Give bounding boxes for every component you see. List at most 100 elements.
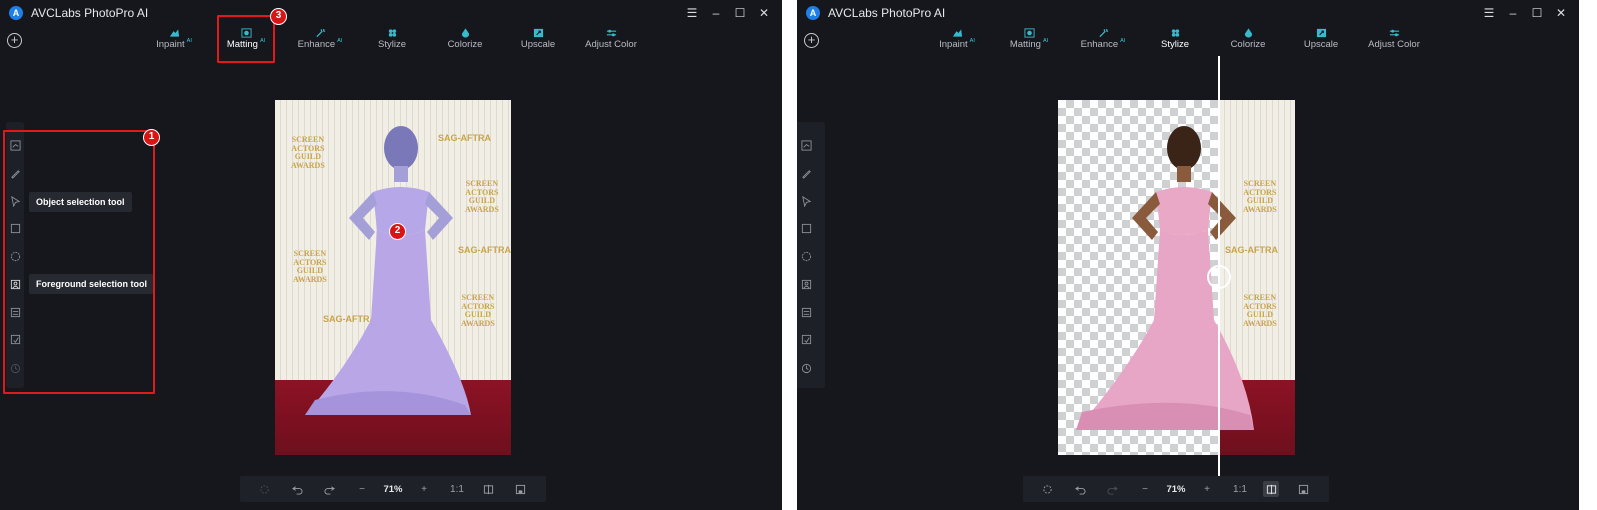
tab-label: Colorize (447, 39, 483, 50)
subject-cutout (1076, 126, 1254, 430)
matting-tab-highlight-box (217, 15, 275, 63)
tab-upscale[interactable]: Upscale (503, 26, 573, 50)
matting-icon (1023, 28, 1035, 38)
sidebar-highlight-box (3, 130, 155, 394)
right-window: A AVCLabs PhotoPro AI ☰ – ☐ ✕ + Inpaint A… (797, 0, 1579, 510)
photo-preview[interactable]: SCREEN ACTORS GUILD AWARDS SAG-AFTRA SCREEN… (275, 100, 511, 455)
upscale-icon (1316, 28, 1326, 38)
tab-label: Matting (1009, 39, 1041, 50)
layers-icon[interactable] (800, 306, 812, 318)
zoom-in-button[interactable]: + (416, 476, 432, 502)
title-bar: A AVCLabs PhotoPro AI ☰ – ☐ ✕ (0, 0, 782, 26)
redo-icon[interactable] (1104, 476, 1120, 502)
tab-label: Upscale (1303, 39, 1339, 50)
tab-colorize[interactable]: Colorize (430, 26, 500, 50)
adjust-color-icon (606, 29, 616, 37)
minimize-button[interactable]: – (704, 5, 728, 21)
save-icon[interactable] (512, 476, 528, 502)
maximize-button[interactable]: ☐ (728, 5, 752, 21)
inpaint-icon (169, 29, 179, 37)
zoom-level: 71% (383, 483, 403, 495)
tab-upscale[interactable]: Upscale (1286, 26, 1356, 50)
tab-label: Enhance (297, 39, 336, 50)
annotation-badge-3: 3 (270, 8, 287, 25)
reset-icon[interactable] (256, 476, 272, 502)
maximize-button[interactable]: ☐ (1525, 5, 1549, 21)
zoom-out-button[interactable]: − (354, 476, 370, 502)
tab-inpaint[interactable]: Inpaint AI (139, 26, 209, 50)
tab-label: Colorize (1230, 39, 1266, 50)
undo-icon[interactable] (289, 476, 305, 502)
tab-colorize[interactable]: Colorize (1213, 26, 1283, 50)
history-icon[interactable] (800, 362, 812, 374)
app-logo: A (9, 6, 23, 20)
ai-badge: AI (1120, 38, 1126, 44)
compare-icon[interactable] (480, 476, 496, 502)
pen-icon[interactable] (800, 167, 812, 179)
adjust-color-icon (1389, 29, 1399, 37)
rectangle-select-icon[interactable] (800, 222, 812, 234)
save-icon[interactable] (1295, 476, 1311, 502)
bottom-toolbar: − 71% + 1:1 (1023, 476, 1329, 502)
tab-label: Inpaint (156, 39, 185, 50)
tab-stylize[interactable]: Stylize (1140, 26, 1210, 50)
ai-badge: AI (337, 38, 343, 44)
reset-icon[interactable] (1039, 476, 1055, 502)
feature-toolbar: + Inpaint AI Matting AI Enhance AI Stylize … (0, 26, 782, 56)
undo-icon[interactable] (1072, 476, 1088, 502)
actual-size-button[interactable]: 1:1 (1231, 476, 1249, 502)
add-image-button[interactable]: + (804, 33, 819, 48)
menu-button[interactable]: ☰ (680, 5, 704, 21)
object-selection-icon[interactable] (800, 195, 812, 207)
stylize-icon (1171, 29, 1179, 37)
tab-matting[interactable]: Matting AI (994, 26, 1064, 50)
tab-enhance[interactable]: Enhance AI (1068, 26, 1138, 50)
zoom-in-button[interactable]: + (1199, 476, 1215, 502)
tab-adjust-color[interactable]: Adjust Color (1359, 26, 1429, 50)
redo-icon[interactable] (321, 476, 337, 502)
tab-enhance[interactable]: Enhance AI (285, 26, 355, 50)
window-controls: ☰ – ☐ ✕ (1477, 5, 1573, 21)
app-title: AVCLabs PhotoPro AI (31, 6, 149, 20)
colorize-icon (1244, 28, 1252, 38)
app-logo: A (806, 6, 820, 20)
zoom-level: 71% (1166, 483, 1186, 495)
title-bar: A AVCLabs PhotoPro AI ☰ – ☐ ✕ (797, 0, 1579, 26)
enhance-icon (1098, 28, 1108, 38)
annotation-badge-1: 1 (143, 129, 160, 146)
feature-toolbar: + Inpaint AI Matting AI Enhance AI Stylize … (797, 26, 1579, 56)
compare-slider-handle[interactable] (1207, 265, 1231, 289)
tab-stylize[interactable]: Stylize (357, 26, 427, 50)
upscale-icon (533, 28, 543, 38)
close-button[interactable]: ✕ (1549, 5, 1573, 21)
tab-label: Upscale (520, 39, 556, 50)
ellipse-select-icon[interactable] (800, 250, 812, 262)
bottom-toolbar: − 71% + 1:1 (240, 476, 546, 502)
annotation-badge-2: 2 (389, 223, 406, 240)
foreground-selection-icon[interactable] (800, 278, 812, 290)
menu-button[interactable]: ☰ (1477, 5, 1501, 21)
tab-inpaint[interactable]: Inpaint AI (922, 26, 992, 50)
stylize-icon (388, 29, 396, 37)
compare-icon[interactable] (1263, 481, 1279, 497)
tab-label: Enhance (1080, 39, 1119, 50)
brush-icon[interactable] (800, 139, 812, 151)
close-button[interactable]: ✕ (752, 5, 776, 21)
actual-size-button[interactable]: 1:1 (448, 476, 466, 502)
tab-label: Stylize (378, 39, 406, 50)
minimize-button[interactable]: – (1501, 5, 1525, 21)
tab-label: Inpaint (939, 39, 968, 50)
tab-adjust-color[interactable]: Adjust Color (576, 26, 646, 50)
enhance-icon (315, 28, 325, 38)
tab-label: Stylize (1161, 39, 1189, 50)
colorize-icon (461, 28, 469, 38)
tool-sidebar (797, 122, 825, 388)
add-image-button[interactable]: + (7, 33, 22, 48)
app-title: AVCLabs PhotoPro AI (828, 6, 946, 20)
photo-compare-preview[interactable]: SCREEN ACTORS GUILD AWARDS SAG-AFTRA SCREEN… (1058, 100, 1295, 455)
tab-label: Adjust Color (1368, 39, 1420, 50)
export-icon[interactable] (800, 333, 812, 345)
zoom-out-button[interactable]: − (1137, 476, 1153, 502)
subject-silhouette (305, 126, 471, 415)
ai-badge: AI (969, 38, 975, 44)
